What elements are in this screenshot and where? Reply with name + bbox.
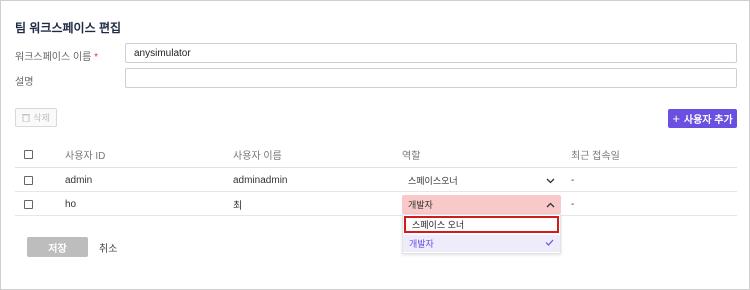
user-id-cell: admin xyxy=(65,174,93,186)
role-dropdown-menu: 스페이스 오너 개발자 xyxy=(402,214,561,254)
role-select-value: 개발자 xyxy=(408,200,433,210)
header-role: 역할 xyxy=(402,151,421,162)
role-option-space-owner[interactable]: 스페이스 오너 xyxy=(404,216,559,233)
role-select-value: 스페이스오너 xyxy=(408,176,458,186)
header-user-id: 사용자 ID xyxy=(65,151,106,162)
check-icon xyxy=(545,239,554,246)
add-user-button-label: 사용자 추가 xyxy=(683,115,733,126)
save-button[interactable]: 저장 xyxy=(27,237,88,257)
row-checkbox[interactable] xyxy=(24,199,33,209)
chevron-down-icon xyxy=(546,178,555,183)
edit-workspace-panel: 팀 워크스페이스 편집 워크스페이스 이름 * 설명 삭제 + 사용자 추가 사… xyxy=(0,0,750,290)
page-title: 팀 워크스페이스 편집 xyxy=(15,21,122,35)
header-user-name: 사용자 이름 xyxy=(233,151,282,162)
delete-button-label: 삭제 xyxy=(33,113,50,123)
table-header: 사용자 ID 사용자 이름 역할 최근 접속일 xyxy=(15,142,737,168)
header-last-login: 최근 접속일 xyxy=(571,151,620,162)
role-select[interactable]: 개발자 xyxy=(402,195,561,214)
table-row: admin adminadmin 스페이스오너 - xyxy=(15,169,737,192)
workspace-name-label-text: 워크스페이스 이름 xyxy=(15,52,92,63)
row-checkbox-cell xyxy=(24,169,33,191)
role-option-developer-label: 개발자 xyxy=(409,239,434,249)
workspace-name-label: 워크스페이스 이름 * xyxy=(15,48,98,63)
last-login-cell: - xyxy=(571,198,575,210)
add-user-button[interactable]: + 사용자 추가 xyxy=(668,109,737,128)
user-id-cell: ho xyxy=(65,198,77,210)
select-all-cell xyxy=(24,142,33,167)
select-all-checkbox[interactable] xyxy=(24,150,33,159)
required-mark: * xyxy=(94,52,99,63)
row-checkbox[interactable] xyxy=(24,175,33,185)
cancel-button[interactable]: 취소 xyxy=(99,237,117,257)
description-label: 설명 xyxy=(15,77,34,88)
user-name-cell: adminadmin xyxy=(233,174,288,186)
chevron-up-icon xyxy=(546,202,555,207)
role-option-developer[interactable]: 개발자 xyxy=(403,235,560,252)
role-select[interactable]: 스페이스오너 xyxy=(402,171,561,190)
delete-button[interactable]: 삭제 xyxy=(15,108,57,127)
trash-icon xyxy=(22,114,31,122)
workspace-name-input[interactable] xyxy=(125,43,737,63)
user-name-cell: 최 xyxy=(233,200,243,212)
plus-icon: + xyxy=(672,111,680,126)
table-row: ho 최 개발자 - xyxy=(15,193,737,216)
row-checkbox-cell xyxy=(24,193,33,215)
last-login-cell: - xyxy=(571,174,575,186)
description-input[interactable] xyxy=(125,68,737,88)
